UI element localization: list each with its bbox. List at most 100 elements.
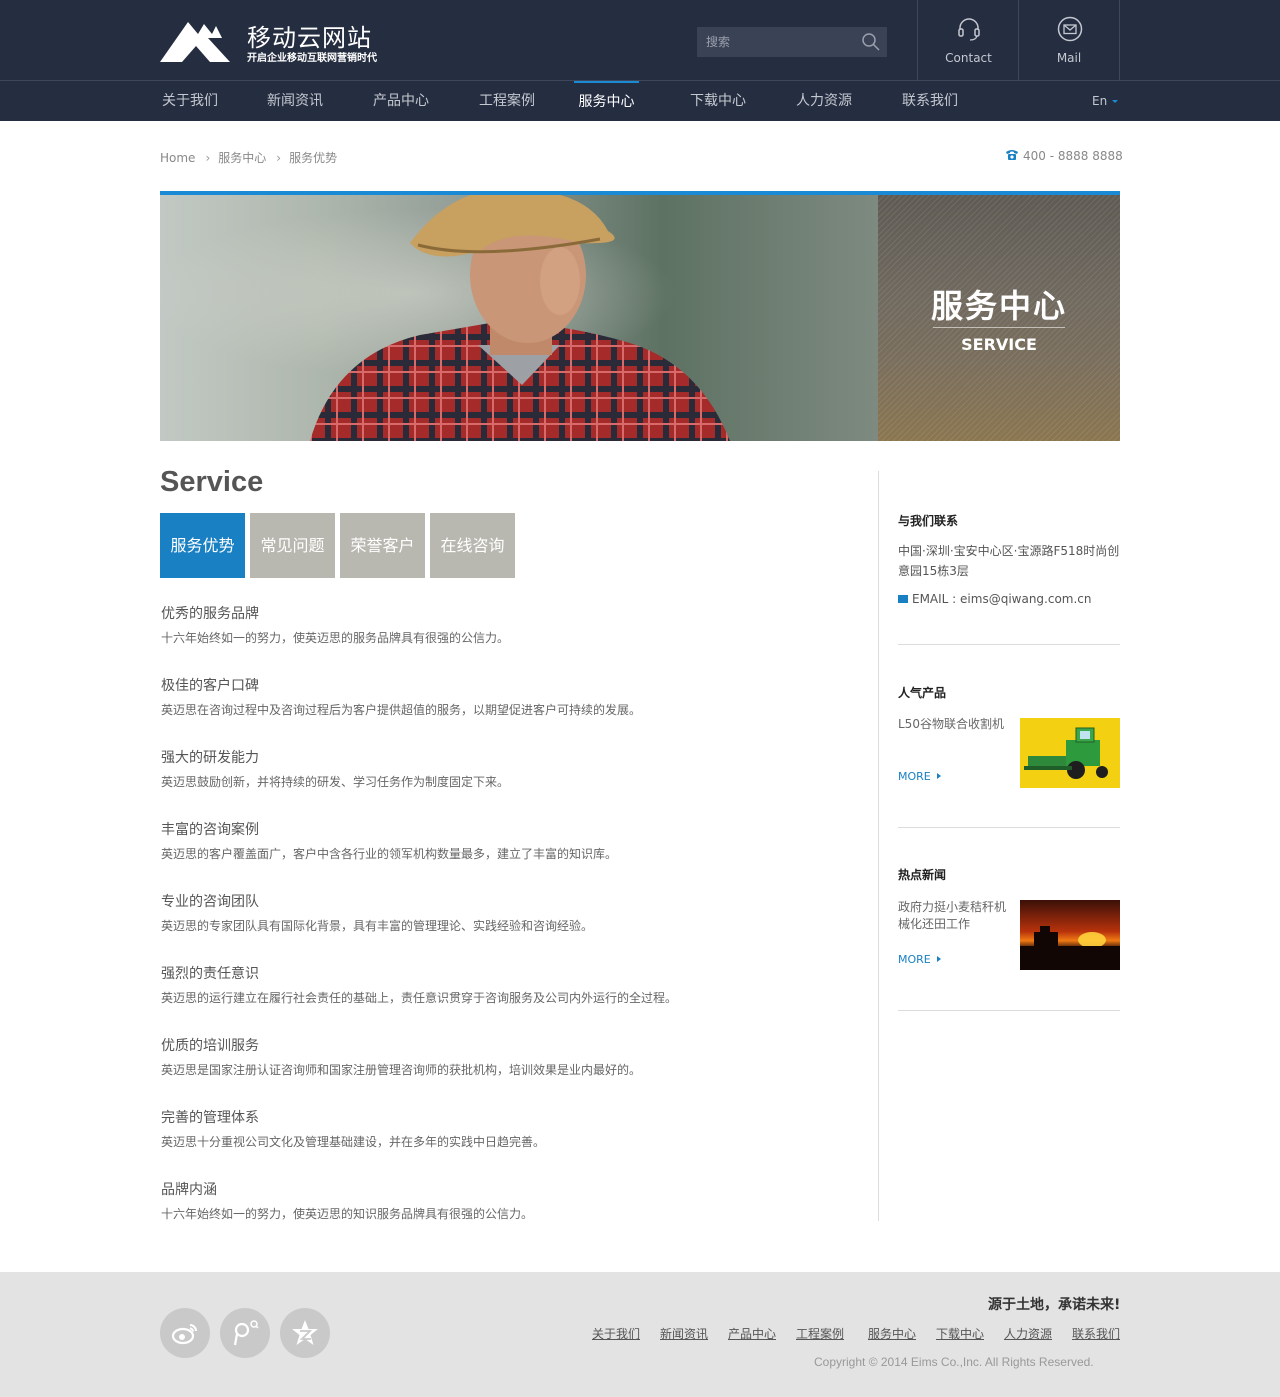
list-item: 专业的咨询团队 英迈思的专家团队具有国际化背景，具有丰富的管理理论、实践经验和咨询… (161, 893, 861, 965)
footer-link-cases[interactable]: 工程案例 (796, 1325, 844, 1342)
sidebar-divider (898, 644, 1120, 645)
service-list: 优秀的服务品牌十六年始终如一的努力，使英迈思的服务品牌具有很强的公信力。 极佳的… (161, 605, 861, 1253)
breadcrumb-current[interactable]: 服务优势 (289, 151, 337, 165)
nav-item-service[interactable]: 服务中心 (574, 81, 639, 121)
list-item: 极佳的客户口碑英迈思在咨询过程中及咨询过程后为客户提供超值的服务，以期望促进客户… (161, 677, 861, 749)
footer-slogan: 源于土地，承诺未来! (988, 1297, 1121, 1313)
nav-item-contact[interactable]: 联系我们 (898, 81, 962, 121)
tab-faq[interactable]: 常见问题 (250, 513, 335, 578)
mail-label: Mail (1056, 51, 1082, 65)
sidebar-divider (898, 827, 1120, 828)
qzone-icon (292, 1320, 318, 1345)
mail-button[interactable]: Mail (1018, 0, 1120, 80)
item-title: 品牌内涵 (161, 1182, 217, 1198)
nav-item-products[interactable]: 产品中心 (369, 81, 433, 121)
caret-right-icon (936, 956, 941, 962)
banner-subtitle: SERVICE (961, 335, 1037, 354)
banner-divider (933, 327, 1065, 328)
email-icon (898, 595, 908, 603)
search-icon[interactable] (861, 32, 881, 52)
contact-email: EMAIL : eims@qiwang.com.cn (898, 592, 1092, 606)
contact-email-text: EMAIL : eims@qiwang.com.cn (912, 592, 1092, 606)
item-title: 丰富的咨询案例 (161, 822, 259, 838)
tab-online-consult[interactable]: 在线咨询 (430, 513, 515, 578)
contact-address: 中国·深圳·宝安中心区·宝源路F518时尚创意园15栋3层 (898, 544, 1120, 578)
nav-item-download[interactable]: 下载中心 (686, 81, 750, 121)
search-box (697, 27, 887, 57)
list-item: 优质的培训服务 英迈思是国家注册认证咨询师和国家注册管理咨询师的获批机构，培训效果… (161, 1037, 861, 1109)
chevron-right-icon: › (205, 151, 211, 165)
product-name[interactable]: L50谷物联合收割机 (898, 716, 1008, 733)
language-switch[interactable]: En (1092, 81, 1119, 121)
site-subtitle: 开启企业移动互联网营销时代 (247, 53, 377, 64)
footer-link-news[interactable]: 新闻资讯 (660, 1325, 708, 1342)
page-banner: 服务中心 SERVICE (160, 191, 1120, 441)
wechat-icon (233, 1320, 259, 1346)
nav-item-cases[interactable]: 工程案例 (475, 81, 539, 121)
breadcrumb: Home › 服务中心 › 服务优势 (160, 149, 337, 166)
item-desc: 十六年始终如一的努力，使英迈思的服务品牌具有很强的公信力。 (161, 631, 510, 645)
tab-advantages[interactable]: 服务优势 (160, 513, 245, 578)
item-title: 优质的培训服务 (161, 1038, 259, 1054)
item-desc: 英迈思的运行建立在履行社会责任的基础上，责任意识贯穿于咨询服务及公司内外运行的全… (161, 991, 678, 1005)
footer-link-hr[interactable]: 人力资源 (1004, 1325, 1052, 1342)
tab-honor-clients[interactable]: 荣誉客户 (340, 513, 425, 578)
footer-link-download[interactable]: 下载中心 (936, 1325, 984, 1342)
chevron-down-icon (1112, 100, 1119, 103)
site-header: 移动云网站 开启企业移动互联网营销时代 Contact Mail (0, 0, 1280, 80)
more-label: MORE (898, 770, 931, 783)
breadcrumb-service[interactable]: 服务中心 (218, 151, 266, 165)
news-more-link[interactable]: MORE (898, 953, 941, 966)
nav-item-news[interactable]: 新闻资讯 (263, 81, 327, 121)
list-item: 强烈的责任意识英迈思的运行建立在履行社会责任的基础上，责任意识贯穿于咨询服务及公… (161, 965, 861, 1037)
phone-icon (1006, 150, 1018, 160)
site-logo[interactable]: 移动云网站 开启企业移动互联网营销时代 (160, 18, 400, 64)
item-desc: 英迈思在咨询过程中及咨询过程后为客户提供超值的服务，以期望促进客户可持续的发展。 (161, 703, 642, 717)
farmer-illustration (310, 195, 730, 441)
footer-link-about[interactable]: 关于我们 (592, 1325, 640, 1342)
nav-item-about[interactable]: 关于我们 (158, 81, 222, 121)
sunset-image (1020, 926, 1120, 970)
contact-heading: 与我们联系 (898, 514, 959, 528)
news-heading: 热点新闻 (898, 868, 947, 882)
main-nav: 关于我们 新闻资讯 产品中心 工程案例 服务中心 下载中心 人力资源 联系我们 … (0, 80, 1280, 121)
item-title: 极佳的客户口碑 (161, 678, 259, 694)
nav-item-hr[interactable]: 人力资源 (792, 81, 856, 121)
product-more-link[interactable]: MORE (898, 770, 941, 783)
harvester-image (1024, 727, 1108, 779)
mail-icon (1057, 16, 1083, 42)
page-title: Service (160, 466, 264, 498)
item-title: 强烈的责任意识 (161, 966, 259, 982)
item-desc: 英迈思的专家团队具有国际化背景，具有丰富的管理理论、实践经验和咨询经验。 (161, 919, 594, 933)
footer-link-service[interactable]: 服务中心 (868, 1325, 916, 1342)
breadcrumb-home[interactable]: Home (160, 151, 195, 165)
footer-link-products[interactable]: 产品中心 (728, 1325, 776, 1342)
list-item: 丰富的咨询案例英迈思的客户覆盖面广，客户中含各行业的领军机构数量最多，建立了丰富… (161, 821, 861, 893)
item-title: 优秀的服务品牌 (161, 606, 259, 622)
language-label: En (1092, 94, 1108, 108)
chevron-right-icon: › (276, 151, 282, 165)
qzone-button[interactable] (280, 1308, 330, 1358)
news-title[interactable]: 政府力挺小麦秸秆机械化还田工作 (898, 899, 1010, 933)
item-desc: 英迈思的客户覆盖面广，客户中含各行业的领军机构数量最多，建立了丰富的知识库。 (161, 847, 618, 861)
contact-button[interactable]: Contact (917, 0, 1019, 80)
news-thumbnail[interactable] (1020, 900, 1120, 970)
weibo-icon (171, 1324, 197, 1345)
phone-text: 400 - 8888 8888 (1023, 149, 1123, 163)
item-desc: 十六年始终如一的努力，使英迈思的知识服务品牌具有很强的公信力。 (161, 1207, 534, 1221)
weibo-button[interactable] (160, 1308, 210, 1358)
caret-right-icon (936, 773, 941, 779)
banner-photo (160, 195, 878, 441)
sidebar-divider (898, 1010, 1120, 1011)
copyright: Copyright © 2014 Eims Co.,Inc. All Right… (814, 1355, 1094, 1369)
search-input[interactable] (697, 27, 847, 57)
banner-title: 服务中心 (930, 287, 1067, 325)
more-label: MORE (898, 953, 931, 966)
product-thumbnail[interactable] (1020, 718, 1120, 788)
wechat-button[interactable] (220, 1308, 270, 1358)
footer-link-contact[interactable]: 联系我们 (1072, 1325, 1120, 1342)
list-item: 品牌内涵十六年始终如一的努力，使英迈思的知识服务品牌具有很强的公信力。 (161, 1181, 861, 1253)
item-title: 完善的管理体系 (161, 1110, 259, 1126)
site-title: 移动云网站 (247, 24, 372, 52)
list-item: 优秀的服务品牌十六年始终如一的努力，使英迈思的服务品牌具有很强的公信力。 (161, 605, 861, 677)
